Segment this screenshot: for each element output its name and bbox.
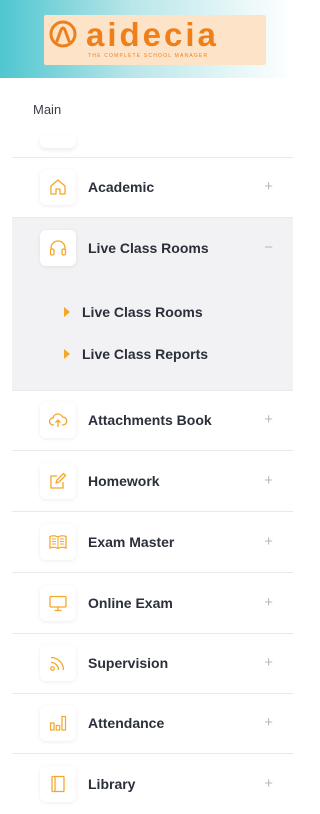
book-icon bbox=[40, 524, 76, 560]
bar-chart-icon bbox=[40, 705, 76, 741]
headphones-icon bbox=[40, 230, 76, 266]
sidebar-item-homework[interactable]: Homework + bbox=[12, 451, 293, 511]
expand-icon[interactable]: + bbox=[264, 693, 273, 753]
expand-icon[interactable]: + bbox=[264, 157, 273, 217]
logo-mark-icon bbox=[49, 20, 77, 48]
sidebar-item-label: Homework bbox=[88, 473, 160, 489]
expand-icon[interactable]: + bbox=[264, 390, 273, 450]
sidebar-item-label: Supervision bbox=[88, 655, 169, 671]
expand-icon[interactable]: + bbox=[264, 754, 273, 814]
partial-menu-tile bbox=[40, 136, 76, 148]
sidebar-item-label: Attendance bbox=[88, 715, 165, 731]
sidebar-item-label: Online Exam bbox=[88, 595, 173, 611]
sidebar-item-library[interactable]: Library + bbox=[12, 754, 293, 814]
triangle-bullet-icon bbox=[64, 349, 70, 359]
monitor-icon bbox=[40, 585, 76, 621]
sidebar-item-label: Academic bbox=[88, 179, 155, 195]
sidebar-item-academic[interactable]: Academic + bbox=[12, 157, 293, 217]
brand-name: aidecia bbox=[86, 16, 219, 53]
sidebar-item-online-exam[interactable]: Online Exam + bbox=[12, 573, 293, 633]
expand-icon[interactable]: + bbox=[264, 633, 273, 693]
sidebar-item-exam-master[interactable]: Exam Master + bbox=[12, 512, 293, 572]
sidebar-item-live-class-rooms[interactable]: Live Class Rooms − bbox=[12, 218, 293, 278]
sidebar-item-label: Attachments Book bbox=[88, 412, 212, 428]
triangle-bullet-icon bbox=[64, 307, 70, 317]
submenu-live-class-rooms: Live Class Rooms Live Class Reports bbox=[12, 278, 293, 390]
sidebar-item-attachments-book[interactable]: Attachments Book + bbox=[12, 390, 293, 450]
edit-icon bbox=[40, 463, 76, 499]
sidebar-item-label: Live Class Rooms bbox=[88, 240, 209, 256]
expand-icon[interactable]: + bbox=[264, 573, 273, 633]
rss-icon bbox=[40, 645, 76, 681]
sidebar-item-attendance[interactable]: Attendance + bbox=[12, 693, 293, 753]
home-icon bbox=[40, 169, 76, 205]
expand-icon[interactable]: + bbox=[264, 451, 273, 511]
section-label-main: Main bbox=[33, 102, 62, 117]
sidebar-item-label: Exam Master bbox=[88, 534, 175, 550]
submenu-item-live-class-reports[interactable]: Live Class Reports bbox=[82, 346, 208, 362]
brand-logo[interactable]: aidecia THE COMPLETE SCHOOL MANAGER bbox=[44, 15, 266, 65]
collapse-icon[interactable]: − bbox=[264, 218, 273, 278]
brand-tagline: THE COMPLETE SCHOOL MANAGER bbox=[88, 53, 209, 59]
library-book-icon bbox=[40, 766, 76, 802]
sidebar-item-label: Library bbox=[88, 776, 136, 792]
expand-icon[interactable]: + bbox=[264, 512, 273, 572]
sidebar-item-supervision[interactable]: Supervision + bbox=[12, 633, 293, 693]
logo-bar: aidecia THE COMPLETE SCHOOL MANAGER bbox=[0, 0, 293, 78]
cloud-upload-icon bbox=[40, 402, 76, 438]
submenu-item-live-class-rooms[interactable]: Live Class Rooms bbox=[82, 304, 203, 320]
